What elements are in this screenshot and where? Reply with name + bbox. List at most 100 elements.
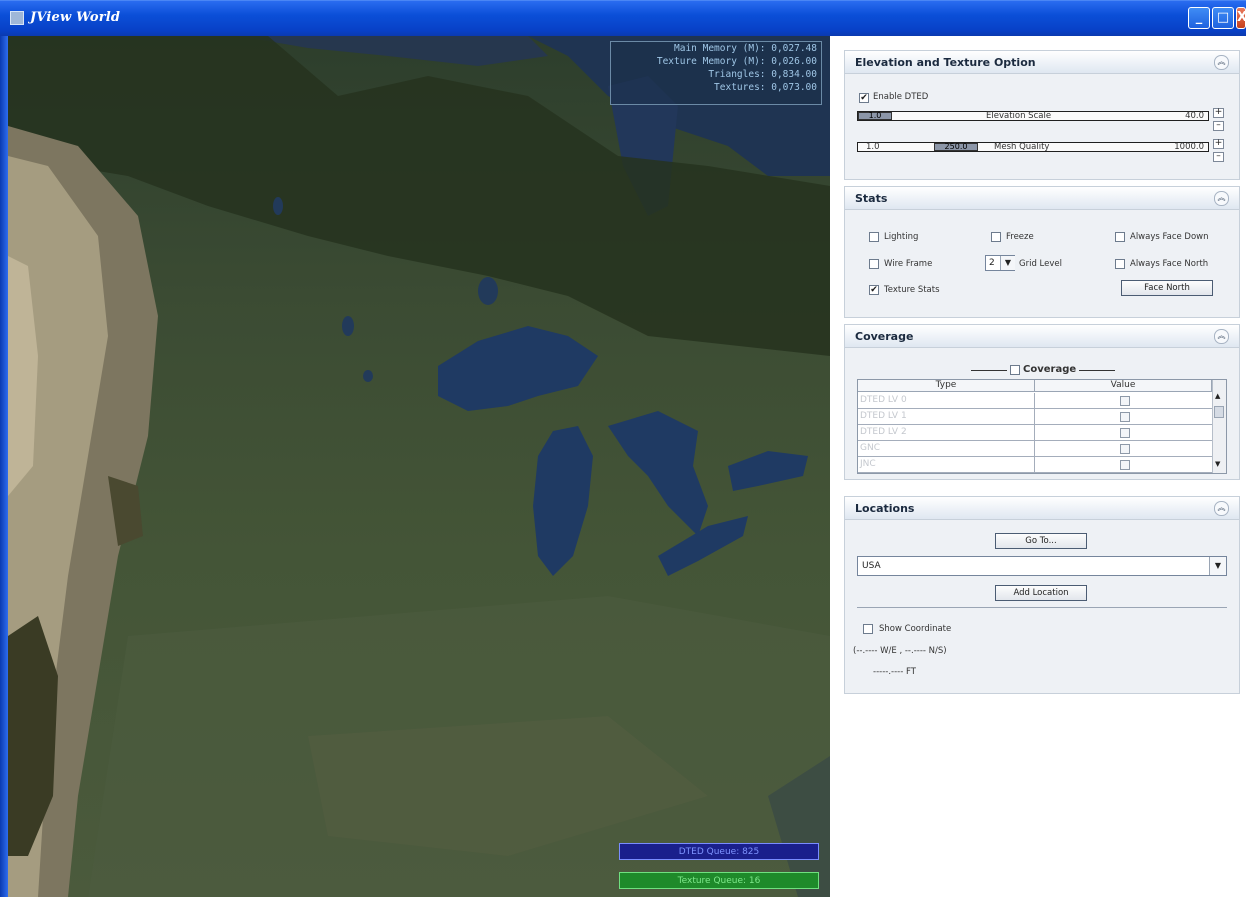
value-checkbox[interactable]: [1120, 428, 1130, 438]
collapse-icon[interactable]: ︽: [1214, 55, 1229, 70]
coordinate-readout: (--.---- W/E , --.---- N/S): [853, 646, 947, 656]
cell-divider: [1034, 425, 1035, 441]
control-sidebar: Elevation and Texture Option ︽ ✔ Enable …: [830, 36, 1246, 897]
window-title: JView World: [30, 10, 121, 25]
row-type: GNC: [860, 443, 880, 453]
coverage-checkbox[interactable]: [1010, 365, 1020, 375]
triangles-readout: Triangles: 0,834.00: [708, 69, 817, 80]
lighting-label: Lighting: [884, 232, 919, 242]
panel-header[interactable]: Coverage ︽: [845, 325, 1239, 348]
mesh-quality-decrement[interactable]: –: [1213, 152, 1224, 162]
panel-header[interactable]: Stats ︽: [845, 187, 1239, 210]
panel-header[interactable]: Locations ︽: [845, 497, 1239, 520]
value-checkbox[interactable]: [1120, 412, 1130, 422]
table-row[interactable]: GNC: [858, 441, 1212, 457]
stats-panel: Stats ︽ Lighting Freeze Always Face Down…: [844, 186, 1240, 318]
value-checkbox[interactable]: [1120, 444, 1130, 454]
scroll-down-icon[interactable]: ▼: [1215, 460, 1220, 468]
grid-level-select[interactable]: 2 ▼: [985, 255, 1015, 271]
face-north-button[interactable]: Face North: [1121, 280, 1213, 296]
always-face-north-checkbox[interactable]: [1115, 259, 1125, 269]
table-row[interactable]: DTED LV 1: [858, 409, 1212, 425]
texture-stats-label: Texture Stats: [884, 285, 940, 295]
altitude-readout: -----.---- FT: [873, 667, 916, 677]
elevation-scale-slider[interactable]: 1.0 Elevation Scale 40.0: [857, 111, 1209, 121]
collapse-icon[interactable]: ︽: [1214, 191, 1229, 206]
lighting-checkbox[interactable]: [869, 232, 879, 242]
coverage-panel: Coverage ︽ Coverage Type Value DTED LV 0…: [844, 324, 1240, 480]
freeze-label: Freeze: [1006, 232, 1034, 242]
grid-level-value: 2: [989, 258, 995, 268]
cell-divider: [1034, 393, 1035, 409]
location-selected-value: USA: [862, 561, 881, 571]
show-coordinate-checkbox[interactable]: [863, 624, 873, 634]
table-row[interactable]: JNC: [858, 457, 1212, 473]
elevation-scale-max: 40.0: [1185, 111, 1204, 121]
mesh-quality-increment[interactable]: +: [1213, 139, 1224, 149]
row-type: DTED LV 1: [860, 411, 907, 421]
row-type: JNC: [860, 459, 876, 469]
chevron-down-icon[interactable]: ▼: [1209, 557, 1226, 575]
enable-dted-label: Enable DTED: [873, 92, 929, 102]
dted-queue-bar: DTED Queue: 825: [619, 843, 819, 860]
row-type: DTED LV 2: [860, 427, 907, 437]
texture-memory-readout: Texture Memory (M): 0,026.00: [656, 56, 817, 67]
mesh-quality-thumb[interactable]: 250.0: [934, 143, 978, 151]
cell-divider: [1034, 441, 1035, 457]
table-row[interactable]: DTED LV 2: [858, 425, 1212, 441]
maximize-button[interactable]: □: [1212, 7, 1234, 29]
mesh-quality-max: 1000.0: [1174, 142, 1204, 152]
textures-readout: Textures: 0,073.00: [714, 82, 817, 93]
locations-panel: Locations ︽ Go To... USA ▼ Add Location …: [844, 496, 1240, 694]
scroll-thumb[interactable]: [1214, 406, 1224, 418]
location-select[interactable]: USA ▼: [857, 556, 1227, 576]
table-row[interactable]: DTED LV 0: [858, 393, 1212, 409]
always-face-down-checkbox[interactable]: [1115, 232, 1125, 242]
section-divider: [857, 607, 1227, 608]
wire-frame-label: Wire Frame: [884, 259, 933, 269]
column-header-value[interactable]: Value: [1035, 380, 1212, 392]
satellite-imagery: [8, 36, 830, 897]
title-bar: JView World _ □ X: [0, 0, 1246, 36]
add-location-button[interactable]: Add Location: [995, 585, 1087, 601]
enable-dted-checkbox[interactable]: ✔: [859, 93, 869, 103]
mesh-quality-min: 1.0: [866, 142, 880, 152]
minimize-button[interactable]: _: [1188, 7, 1210, 29]
panel-header[interactable]: Elevation and Texture Option ︽: [845, 51, 1239, 74]
scroll-up-icon[interactable]: ▲: [1215, 392, 1220, 400]
panel-title: Elevation and Texture Option: [855, 56, 1036, 69]
mesh-quality-label: Mesh Quality: [994, 142, 1050, 152]
group-divider: [1079, 370, 1115, 371]
value-checkbox[interactable]: [1120, 460, 1130, 470]
value-checkbox[interactable]: [1120, 396, 1130, 406]
elevation-texture-panel: Elevation and Texture Option ︽ ✔ Enable …: [844, 50, 1240, 180]
wire-frame-checkbox[interactable]: [869, 259, 879, 269]
panel-title: Stats: [855, 192, 888, 205]
go-to-button[interactable]: Go To...: [995, 533, 1087, 549]
close-button[interactable]: X: [1236, 7, 1246, 29]
cell-divider: [1034, 409, 1035, 425]
group-divider: [971, 370, 1007, 371]
freeze-checkbox[interactable]: [991, 232, 1001, 242]
row-type: DTED LV 0: [860, 395, 907, 405]
coverage-group-label: Coverage: [1023, 364, 1077, 375]
chevron-down-icon[interactable]: ▼: [1000, 256, 1015, 270]
window-border: [0, 36, 8, 897]
texture-queue-bar: Texture Queue: 16: [619, 872, 819, 889]
table-scrollbar[interactable]: ▲ ▼: [1212, 380, 1226, 473]
show-coordinate-label: Show Coordinate: [879, 624, 952, 634]
column-header-type[interactable]: Type: [858, 380, 1035, 392]
mesh-quality-slider[interactable]: 1.0 250.0 Mesh Quality 1000.0: [857, 142, 1209, 152]
texture-stats-checkbox[interactable]: ✔: [869, 285, 879, 295]
collapse-icon[interactable]: ︽: [1214, 329, 1229, 344]
map-viewport[interactable]: Main Memory (M): 0,027.48 Texture Memory…: [8, 36, 830, 897]
elevation-scale-label: Elevation Scale: [986, 111, 1052, 121]
panel-title: Locations: [855, 502, 915, 515]
always-face-north-label: Always Face North: [1130, 259, 1209, 269]
cell-divider: [1034, 457, 1035, 473]
coverage-table: Type Value DTED LV 0 DTED LV 1 DTED LV 2…: [857, 379, 1227, 474]
elevation-scale-increment[interactable]: +: [1213, 108, 1224, 118]
elevation-scale-thumb[interactable]: 1.0: [858, 112, 892, 120]
elevation-scale-decrement[interactable]: –: [1213, 121, 1224, 131]
collapse-icon[interactable]: ︽: [1214, 501, 1229, 516]
